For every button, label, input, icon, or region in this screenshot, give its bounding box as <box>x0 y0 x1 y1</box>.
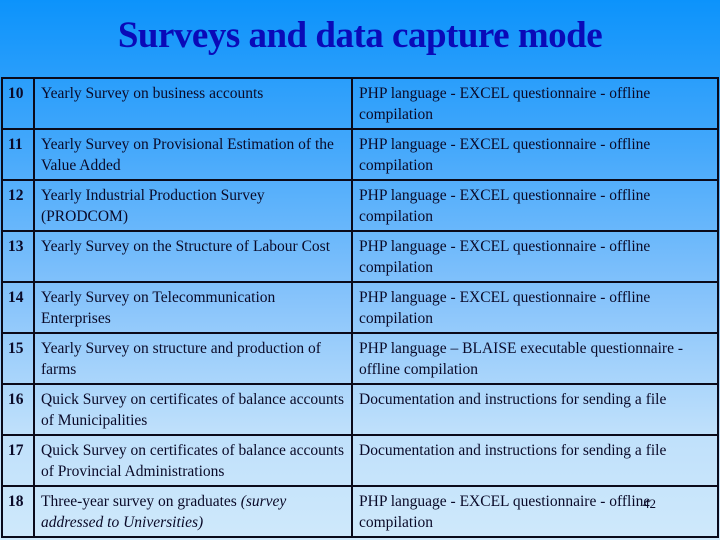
survey-number: 13 <box>1 230 35 283</box>
table-row: 11 Yearly Survey on Provisional Estimati… <box>1 128 719 181</box>
capture-mode: PHP language - EXCEL questionnaire - off… <box>351 128 719 181</box>
capture-mode: PHP language – BLAISE executable questio… <box>351 332 719 385</box>
table-row: 17 Quick Survey on certificates of balan… <box>1 434 719 487</box>
table-row: 14 Yearly Survey on Telecommunication En… <box>1 281 719 334</box>
table-row: 18 Three-year survey on graduates (surve… <box>1 485 719 538</box>
capture-mode: PHP language - EXCEL questionnaire - off… <box>351 281 719 334</box>
table-row: 13 Yearly Survey on the Structure of Lab… <box>1 230 719 283</box>
survey-name: Yearly Survey on the Structure of Labour… <box>33 230 353 283</box>
capture-mode: PHP language - EXCEL questionnaire - off… <box>351 179 719 232</box>
survey-name-cell: Three-year survey on graduates (survey a… <box>33 485 353 538</box>
slide-title: Surveys and data capture mode <box>117 15 603 56</box>
survey-name: Yearly Survey on business accounts <box>33 77 353 130</box>
capture-mode: PHP language - EXCEL questionnaire - off… <box>351 485 719 538</box>
table-row: 10 Yearly Survey on business accounts PH… <box>1 77 719 130</box>
table-row: 16 Quick Survey on certificates of balan… <box>1 383 719 436</box>
table-row: 12 Yearly Industrial Production Survey (… <box>1 179 719 232</box>
survey-number: 15 <box>1 332 35 385</box>
survey-number: 16 <box>1 383 35 436</box>
survey-name: Yearly Survey on Telecommunication Enter… <box>33 281 353 334</box>
survey-name: Yearly Industrial Production Survey (PRO… <box>33 179 353 232</box>
survey-name: Quick Survey on certificates of balance … <box>33 434 353 487</box>
capture-mode: PHP language - EXCEL questionnaire - off… <box>351 77 719 130</box>
survey-name: Yearly Survey on Provisional Estimation … <box>33 128 353 181</box>
page-number: 42 <box>643 496 656 511</box>
table-row: 15 Yearly Survey on structure and produc… <box>1 332 719 385</box>
survey-number: 14 <box>1 281 35 334</box>
survey-name: Three-year survey on graduates <box>41 493 241 510</box>
capture-mode: Documentation and instructions for sendi… <box>351 383 719 436</box>
surveys-table: 10 Yearly Survey on business accounts PH… <box>1 77 719 538</box>
survey-name: Quick Survey on certificates of balance … <box>33 383 353 436</box>
survey-number: 18 <box>1 485 35 538</box>
survey-name: Yearly Survey on structure and productio… <box>33 332 353 385</box>
survey-number: 12 <box>1 179 35 232</box>
survey-number: 10 <box>1 77 35 130</box>
survey-number: 11 <box>1 128 35 181</box>
capture-mode: PHP language - EXCEL questionnaire - off… <box>351 230 719 283</box>
survey-number: 17 <box>1 434 35 487</box>
capture-mode: Documentation and instructions for sendi… <box>351 434 719 487</box>
